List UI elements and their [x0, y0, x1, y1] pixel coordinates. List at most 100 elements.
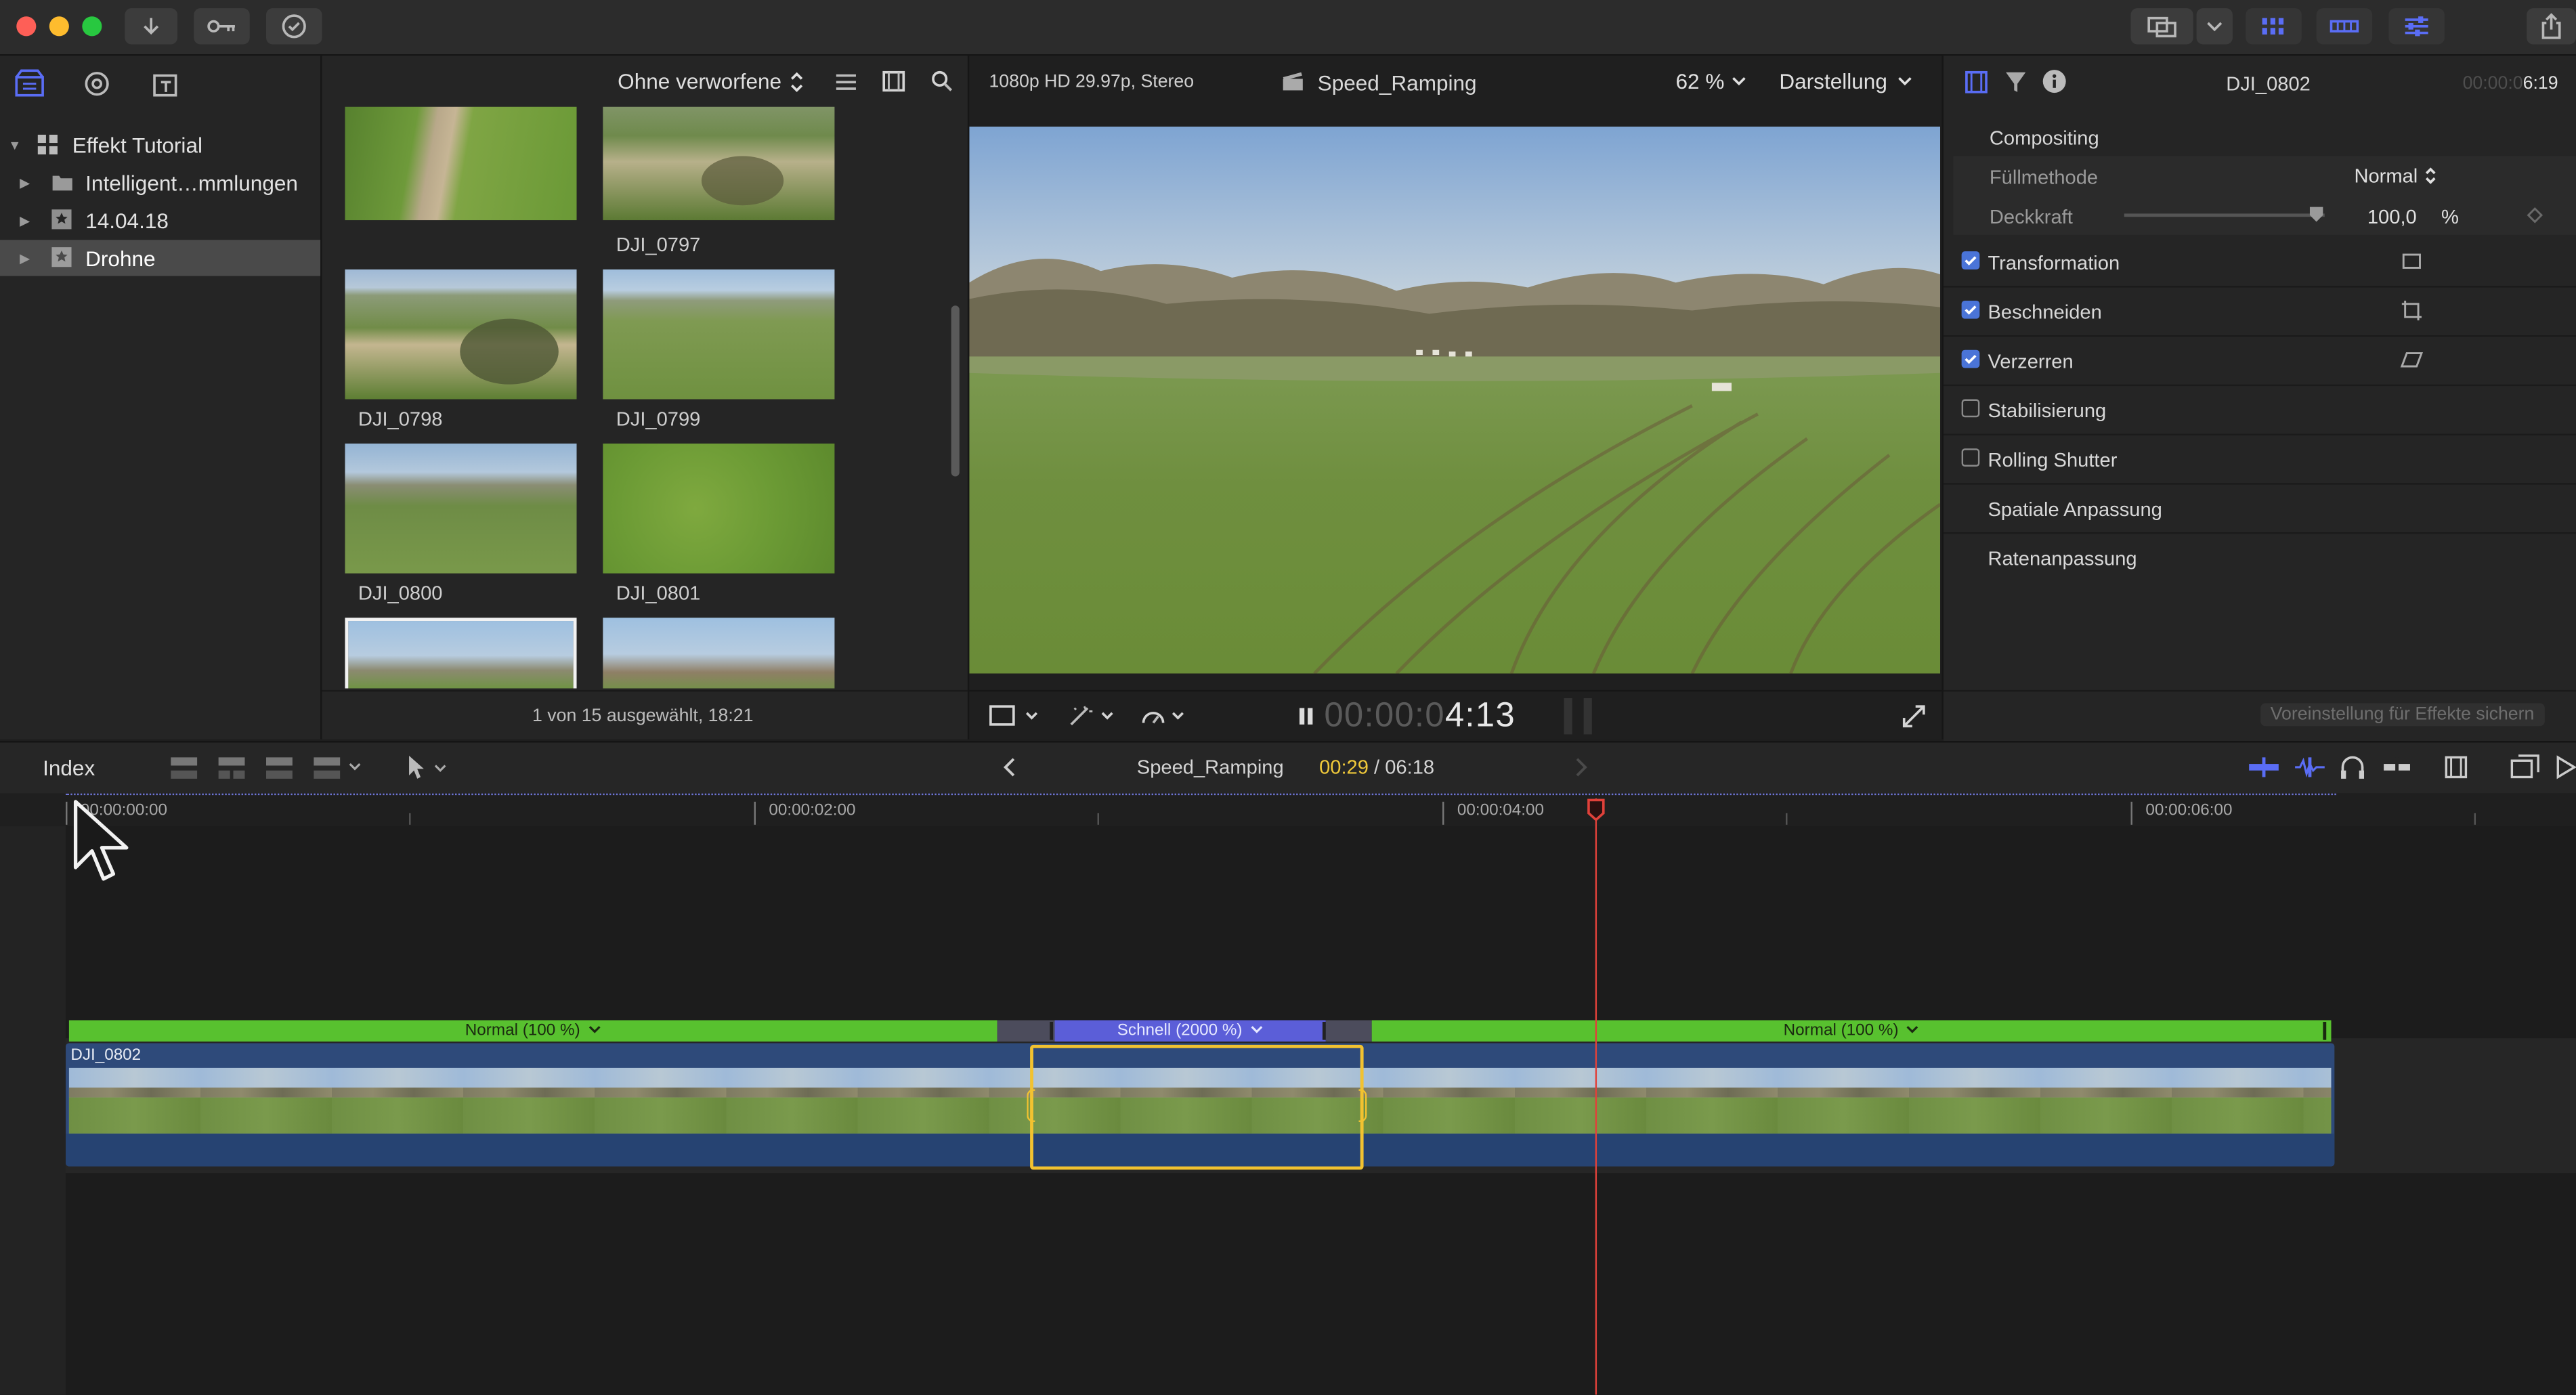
select-tool-icon[interactable]	[404, 752, 454, 782]
headphones-icon[interactable]	[2340, 754, 2366, 781]
checkbox-unchecked-icon[interactable]	[1961, 448, 1980, 467]
timeline-back-icon[interactable]	[1002, 757, 1018, 777]
pause-icon[interactable]	[1298, 706, 1314, 726]
retime-transition-out[interactable]	[1325, 1020, 1372, 1042]
connect-clip-icon[interactable]	[167, 754, 200, 782]
clip-thumbnail[interactable]	[603, 618, 835, 689]
libraries-icon[interactable]	[15, 69, 45, 99]
section-transformation[interactable]: Transformation	[1943, 238, 2576, 288]
library-item-smart-collections[interactable]: ▶ Intelligent…mmlungen	[0, 165, 320, 200]
background-tasks-button[interactable]	[266, 8, 322, 45]
blend-mode-select[interactable]: Normal	[2354, 165, 2436, 188]
disclosure-closed-icon[interactable]: ▶	[20, 213, 30, 228]
retime-end-handle[interactable]	[2323, 1021, 2327, 1040]
skimming-icon[interactable]	[2248, 756, 2281, 779]
transform-icon[interactable]	[2400, 250, 2423, 273]
media-playback-menu[interactable]	[2196, 8, 2233, 45]
search-icon[interactable]	[932, 70, 953, 92]
checkbox-unchecked-icon[interactable]	[1961, 399, 1980, 418]
section-rate-conform[interactable]: Ratenanpassung	[1944, 534, 2576, 581]
effects-browser-icon[interactable]	[2510, 754, 2540, 781]
keyword-button[interactable]	[194, 8, 250, 45]
opacity-slider-track[interactable]	[2124, 213, 2325, 217]
timecode-display[interactable]: 00:00:04:13	[1324, 697, 1516, 736]
overwrite-clip-icon[interactable]	[311, 754, 366, 782]
timeline-forward-icon[interactable]	[1572, 757, 1589, 777]
info-icon[interactable]	[2042, 69, 2067, 93]
show-timeline-button[interactable]	[2316, 8, 2373, 45]
timeline[interactable]: 00:00:00:00 00:00:02:00 00:00:04:00 00:0…	[0, 793, 2576, 1395]
range-selection[interactable]	[1027, 1044, 1367, 1170]
transitions-browser-icon[interactable]	[2556, 754, 2576, 781]
library-item-event-14-04-18[interactable]: ▶ 14.04.18	[0, 202, 320, 238]
checkbox-checked-icon[interactable]	[1961, 251, 1980, 270]
append-clip-icon[interactable]	[263, 754, 296, 782]
photos-audio-icon[interactable]	[82, 69, 112, 99]
opacity-value[interactable]: 100,0	[2367, 205, 2417, 228]
section-crop[interactable]: Beschneiden	[1943, 288, 2576, 337]
video-frame[interactable]	[969, 126, 1941, 674]
section-spatial-conform[interactable]: Spatiale Anpassung	[1943, 485, 2576, 534]
insert-clip-icon[interactable]	[215, 754, 249, 782]
section-distort[interactable]: Verzerren	[1943, 337, 2576, 387]
keyframe-diamond-icon[interactable]	[2527, 207, 2543, 223]
disclosure-closed-icon[interactable]: ▶	[20, 175, 30, 190]
snapping-icon[interactable]	[2382, 756, 2412, 779]
fullscreen-icon[interactable]	[1902, 705, 1925, 728]
show-inspector-button[interactable]	[2388, 8, 2445, 45]
range-start-handle[interactable]	[1027, 1089, 1035, 1122]
range-end-handle[interactable]	[1358, 1089, 1367, 1122]
opacity-slider-handle[interactable]	[2309, 205, 2325, 223]
retime-transition-handle[interactable]	[1050, 1021, 1054, 1040]
library-item-drohne[interactable]: ▶ Drohne	[0, 240, 321, 276]
checkbox-checked-icon[interactable]	[1961, 349, 1980, 368]
library-item-effekt-tutorial[interactable]: ▼ Effekt Tutorial	[0, 127, 320, 163]
timeline-index-button[interactable]: Index	[43, 756, 95, 780]
clip-thumbnail[interactable]	[603, 269, 835, 400]
retime-transition-in[interactable]	[997, 1020, 1055, 1042]
distort-icon[interactable]	[2400, 348, 2424, 371]
playhead[interactable]	[1595, 798, 1597, 1395]
zoom-menu[interactable]: 62 %	[1676, 69, 1746, 93]
section-stabilization[interactable]: Stabilisierung	[1943, 386, 2576, 435]
close-window-button[interactable]	[16, 16, 37, 37]
compositing-header[interactable]: Compositing	[1990, 127, 2099, 150]
clip-filter-menu[interactable]: Ohne verworfene	[618, 69, 802, 93]
show-browser-button[interactable]	[2246, 8, 2302, 45]
clip-thumbnail[interactable]	[603, 444, 835, 574]
view-menu[interactable]: Darstellung	[1779, 69, 1912, 93]
video-inspector-icon[interactable]	[1965, 70, 1988, 93]
zoom-window-button[interactable]	[82, 16, 102, 37]
retime-segment-fast[interactable]: Schnell (2000 %)	[1054, 1020, 1326, 1042]
filmstrip-icon[interactable]	[882, 70, 905, 92]
retime-segment-normal[interactable]: Normal (100 %)	[68, 1020, 997, 1042]
clip-thumbnail[interactable]	[345, 106, 577, 221]
retime-transition-handle[interactable]	[1322, 1021, 1326, 1040]
color-inspector-icon[interactable]	[2004, 70, 2027, 93]
selected-clip-thumbnail[interactable]	[345, 618, 577, 689]
chevron-down-icon[interactable]	[588, 1025, 601, 1035]
titles-generators-icon[interactable]	[151, 69, 181, 99]
import-button[interactable]	[125, 8, 178, 45]
clip-thumbnail[interactable]	[345, 444, 577, 574]
crop-icon[interactable]	[2400, 299, 2423, 322]
clip-appearance-icon[interactable]	[2443, 754, 2469, 781]
transform-menu-icon[interactable]	[989, 705, 1038, 728]
playhead-handle-icon[interactable]	[1587, 798, 1606, 821]
disclosure-open-icon[interactable]: ▼	[8, 137, 21, 152]
checkbox-checked-icon[interactable]	[1961, 300, 1980, 319]
clip-thumbnail[interactable]	[345, 269, 577, 400]
disclosure-closed-icon[interactable]: ▶	[20, 251, 30, 265]
media-playback-button[interactable]	[2130, 8, 2193, 45]
list-view-icon[interactable]	[834, 72, 857, 92]
audio-skimming-icon[interactable]	[2294, 756, 2327, 779]
chevron-down-icon[interactable]	[1906, 1025, 1919, 1035]
clip-thumbnail[interactable]	[603, 106, 835, 221]
timeline-ruler[interactable]: 00:00:00:00 00:00:02:00 00:00:04:00 00:0…	[0, 793, 2576, 827]
share-button[interactable]	[2527, 8, 2576, 45]
minimize-window-button[interactable]	[49, 16, 69, 37]
retime-speedometer-icon[interactable]	[1140, 705, 1190, 728]
retime-segment-normal[interactable]: Normal (100 %)	[1371, 1020, 2332, 1042]
section-rolling-shutter[interactable]: Rolling Shutter	[1943, 435, 2576, 485]
enhance-wand-icon[interactable]	[1068, 705, 1117, 728]
